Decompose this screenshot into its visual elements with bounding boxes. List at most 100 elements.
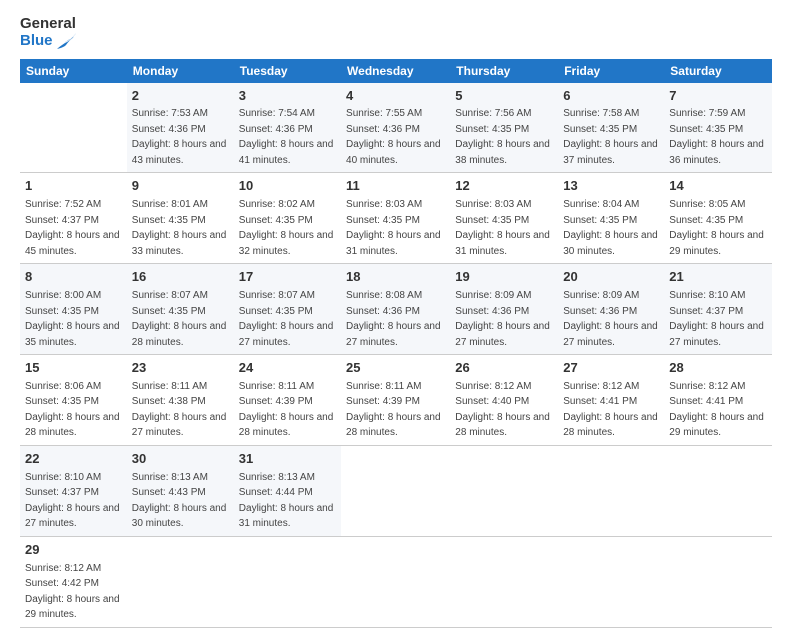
calendar-cell: 7 Sunrise: 7:59 AM Sunset: 4:35 PM Dayli…	[664, 83, 772, 173]
day-sunset: Sunset: 4:41 PM	[563, 396, 637, 407]
calendar-row: 1 Sunrise: 7:52 AM Sunset: 4:37 PM Dayli…	[20, 173, 772, 264]
day-number: 14	[669, 177, 767, 196]
day-number: 25	[346, 359, 445, 378]
calendar-table: Sunday Monday Tuesday Wednesday Thursday…	[20, 59, 772, 628]
calendar-cell: 19 Sunrise: 8:09 AM Sunset: 4:36 PM Dayl…	[450, 264, 558, 355]
day-daylight: Daylight: 8 hours and 36 minutes.	[669, 139, 764, 166]
day-sunset: Sunset: 4:37 PM	[25, 487, 99, 498]
calendar-cell: 26 Sunrise: 8:12 AM Sunset: 4:40 PM Dayl…	[450, 355, 558, 446]
calendar-cell: 22 Sunrise: 8:10 AM Sunset: 4:37 PM Dayl…	[20, 445, 127, 536]
day-sunset: Sunset: 4:35 PM	[25, 306, 99, 317]
page-header: General Blue	[20, 16, 772, 51]
day-daylight: Daylight: 8 hours and 45 minutes.	[25, 230, 120, 257]
day-daylight: Daylight: 8 hours and 29 minutes.	[25, 594, 120, 621]
day-sunrise: Sunrise: 7:58 AM	[563, 108, 639, 119]
calendar-cell: 10 Sunrise: 8:02 AM Sunset: 4:35 PM Dayl…	[234, 173, 341, 264]
day-sunrise: Sunrise: 8:12 AM	[25, 563, 101, 574]
day-sunset: Sunset: 4:36 PM	[563, 306, 637, 317]
calendar-cell: 8 Sunrise: 8:00 AM Sunset: 4:35 PM Dayli…	[20, 264, 127, 355]
day-sunrise: Sunrise: 8:09 AM	[455, 290, 531, 301]
calendar-cell	[341, 536, 450, 627]
calendar-row: 2 Sunrise: 7:53 AM Sunset: 4:36 PM Dayli…	[20, 83, 772, 173]
calendar-cell	[341, 445, 450, 536]
day-sunrise: Sunrise: 8:00 AM	[25, 290, 101, 301]
day-sunrise: Sunrise: 7:53 AM	[132, 108, 208, 119]
calendar-cell: 28 Sunrise: 8:12 AM Sunset: 4:41 PM Dayl…	[664, 355, 772, 446]
header-wednesday: Wednesday	[341, 59, 450, 83]
calendar-cell: 15 Sunrise: 8:06 AM Sunset: 4:35 PM Dayl…	[20, 355, 127, 446]
day-number: 6	[563, 87, 659, 106]
day-sunset: Sunset: 4:35 PM	[563, 124, 637, 135]
day-sunset: Sunset: 4:35 PM	[669, 215, 743, 226]
day-daylight: Daylight: 8 hours and 32 minutes.	[239, 230, 334, 257]
day-number: 24	[239, 359, 336, 378]
day-daylight: Daylight: 8 hours and 31 minutes.	[239, 503, 334, 530]
calendar-row: 29 Sunrise: 8:12 AM Sunset: 4:42 PM Dayl…	[20, 536, 772, 627]
day-daylight: Daylight: 8 hours and 30 minutes.	[563, 230, 658, 257]
day-daylight: Daylight: 8 hours and 37 minutes.	[563, 139, 658, 166]
day-number: 12	[455, 177, 553, 196]
day-daylight: Daylight: 8 hours and 28 minutes.	[239, 412, 334, 439]
day-sunrise: Sunrise: 8:06 AM	[25, 381, 101, 392]
header-saturday: Saturday	[664, 59, 772, 83]
calendar-cell: 27 Sunrise: 8:12 AM Sunset: 4:41 PM Dayl…	[558, 355, 664, 446]
day-number: 21	[669, 268, 767, 287]
calendar-cell: 11 Sunrise: 8:03 AM Sunset: 4:35 PM Dayl…	[341, 173, 450, 264]
calendar-cell: 25 Sunrise: 8:11 AM Sunset: 4:39 PM Dayl…	[341, 355, 450, 446]
day-sunrise: Sunrise: 7:56 AM	[455, 108, 531, 119]
day-sunrise: Sunrise: 7:52 AM	[25, 199, 101, 210]
day-sunrise: Sunrise: 8:08 AM	[346, 290, 422, 301]
day-sunrise: Sunrise: 8:09 AM	[563, 290, 639, 301]
day-daylight: Daylight: 8 hours and 35 minutes.	[25, 321, 120, 348]
logo: General Blue	[20, 16, 80, 51]
day-number: 8	[25, 268, 122, 287]
day-sunrise: Sunrise: 8:01 AM	[132, 199, 208, 210]
day-sunrise: Sunrise: 8:12 AM	[455, 381, 531, 392]
day-sunrise: Sunrise: 8:11 AM	[346, 381, 421, 392]
day-number: 20	[563, 268, 659, 287]
day-number: 5	[455, 87, 553, 106]
calendar-cell: 29 Sunrise: 8:12 AM Sunset: 4:42 PM Dayl…	[20, 536, 127, 627]
day-sunrise: Sunrise: 8:07 AM	[239, 290, 315, 301]
day-sunrise: Sunrise: 8:13 AM	[239, 472, 315, 483]
day-sunset: Sunset: 4:35 PM	[563, 215, 637, 226]
day-number: 22	[25, 450, 122, 469]
header-friday: Friday	[558, 59, 664, 83]
day-daylight: Daylight: 8 hours and 27 minutes.	[455, 321, 550, 348]
day-daylight: Daylight: 8 hours and 28 minutes.	[25, 412, 120, 439]
day-sunset: Sunset: 4:35 PM	[239, 215, 313, 226]
day-sunset: Sunset: 4:41 PM	[669, 396, 743, 407]
day-sunrise: Sunrise: 7:55 AM	[346, 108, 422, 119]
calendar-cell: 24 Sunrise: 8:11 AM Sunset: 4:39 PM Dayl…	[234, 355, 341, 446]
calendar-cell: 21 Sunrise: 8:10 AM Sunset: 4:37 PM Dayl…	[664, 264, 772, 355]
day-daylight: Daylight: 8 hours and 27 minutes.	[669, 321, 764, 348]
day-number: 31	[239, 450, 336, 469]
day-sunrise: Sunrise: 8:13 AM	[132, 472, 208, 483]
day-sunset: Sunset: 4:36 PM	[132, 124, 206, 135]
header-sunday: Sunday	[20, 59, 127, 83]
day-sunset: Sunset: 4:35 PM	[455, 215, 529, 226]
day-sunset: Sunset: 4:36 PM	[346, 306, 420, 317]
day-daylight: Daylight: 8 hours and 43 minutes.	[132, 139, 227, 166]
calendar-cell: 14 Sunrise: 8:05 AM Sunset: 4:35 PM Dayl…	[664, 173, 772, 264]
calendar-row: 15 Sunrise: 8:06 AM Sunset: 4:35 PM Dayl…	[20, 355, 772, 446]
day-sunset: Sunset: 4:39 PM	[346, 396, 420, 407]
day-number: 23	[132, 359, 229, 378]
day-number: 30	[132, 450, 229, 469]
day-number: 27	[563, 359, 659, 378]
day-daylight: Daylight: 8 hours and 27 minutes.	[346, 321, 441, 348]
header-tuesday: Tuesday	[234, 59, 341, 83]
day-sunset: Sunset: 4:37 PM	[25, 215, 99, 226]
calendar-cell: 13 Sunrise: 8:04 AM Sunset: 4:35 PM Dayl…	[558, 173, 664, 264]
day-sunset: Sunset: 4:38 PM	[132, 396, 206, 407]
day-daylight: Daylight: 8 hours and 28 minutes.	[346, 412, 441, 439]
day-number: 7	[669, 87, 767, 106]
day-sunset: Sunset: 4:36 PM	[455, 306, 529, 317]
calendar-cell	[664, 536, 772, 627]
day-daylight: Daylight: 8 hours and 28 minutes.	[132, 321, 227, 348]
day-sunrise: Sunrise: 8:07 AM	[132, 290, 208, 301]
day-sunrise: Sunrise: 8:04 AM	[563, 199, 639, 210]
day-sunset: Sunset: 4:35 PM	[25, 396, 99, 407]
calendar-cell: 18 Sunrise: 8:08 AM Sunset: 4:36 PM Dayl…	[341, 264, 450, 355]
header-monday: Monday	[127, 59, 234, 83]
